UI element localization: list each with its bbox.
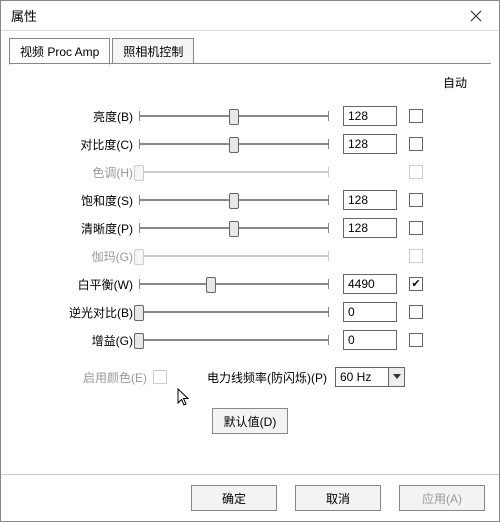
whitebalance-slider[interactable] xyxy=(139,274,329,294)
titlebar: 属性 xyxy=(1,1,499,31)
row-sharpness: 清晰度(P) 128 xyxy=(29,214,471,242)
hue-auto-checkbox xyxy=(409,165,423,179)
gain-label: 增益(G) xyxy=(29,332,139,349)
saturation-label: 饱和度(S) xyxy=(29,192,139,209)
row-whitebalance: 白平衡(W) 4490 ✔ xyxy=(29,270,471,298)
row-brightness: 亮度(B) 128 xyxy=(29,102,471,130)
row-backlight: 逆光对比(B) 0 xyxy=(29,298,471,326)
ok-button[interactable]: 确定 xyxy=(191,485,277,511)
saturation-value[interactable]: 128 xyxy=(343,190,397,210)
properties-window: 属性 视频 Proc Amp 照相机控制 自动 亮度(B) 128 对比度(C) 12… xyxy=(0,0,500,522)
gamma-auto-checkbox xyxy=(409,249,423,263)
sharpness-slider[interactable] xyxy=(139,218,329,238)
apply-button: 应用(A) xyxy=(399,485,485,511)
mouse-cursor-icon xyxy=(177,388,193,408)
contrast-label: 对比度(C) xyxy=(29,136,139,153)
row-hue: 色调(H) xyxy=(29,158,471,186)
backlight-slider[interactable] xyxy=(139,302,329,322)
contrast-value[interactable]: 128 xyxy=(343,134,397,154)
combo-dropdown-button[interactable] xyxy=(388,368,404,386)
gain-slider[interactable] xyxy=(139,330,329,350)
brightness-label: 亮度(B) xyxy=(29,108,139,125)
defaults-row: 默认值(D) xyxy=(29,408,471,434)
hue-label: 色调(H) xyxy=(29,164,139,181)
powerline-label: 电力线频率(防闪烁)(P) xyxy=(207,369,327,386)
sharpness-value[interactable]: 128 xyxy=(343,218,397,238)
gain-slider-thumb[interactable] xyxy=(134,333,144,349)
dialog-buttons: 确定 取消 应用(A) xyxy=(1,474,499,521)
color-enable-label: 启用颜色(E) xyxy=(29,369,153,386)
gamma-slider xyxy=(139,246,329,266)
extra-row: 启用颜色(E) 电力线频率(防闪烁)(P) 60 Hz xyxy=(29,364,471,390)
panel: 自动 亮度(B)128对比度(C)128色调(H)饱和度(S)128清晰度(P)… xyxy=(9,63,491,466)
row-gamma: 伽玛(G) xyxy=(29,242,471,270)
contrast-slider-thumb[interactable] xyxy=(229,137,239,153)
tab-bar: 视频 Proc Amp 照相机控制 xyxy=(1,31,499,64)
brightness-auto-checkbox[interactable] xyxy=(409,109,423,123)
gain-value[interactable]: 0 xyxy=(343,330,397,350)
close-button[interactable] xyxy=(453,1,499,31)
backlight-label: 逆光对比(B) xyxy=(29,304,139,321)
row-contrast: 对比度(C) 128 xyxy=(29,130,471,158)
sharpness-slider-thumb[interactable] xyxy=(229,221,239,237)
saturation-slider-thumb[interactable] xyxy=(229,193,239,209)
backlight-value[interactable]: 0 xyxy=(343,302,397,322)
gamma-slider-thumb xyxy=(134,249,144,265)
brightness-value[interactable]: 128 xyxy=(343,106,397,126)
auto-column-header: 自动 xyxy=(443,74,467,91)
sharpness-label: 清晰度(P) xyxy=(29,220,139,237)
saturation-slider[interactable] xyxy=(139,190,329,210)
window-title: 属性 xyxy=(11,6,37,25)
gain-auto-checkbox[interactable] xyxy=(409,333,423,347)
saturation-auto-checkbox[interactable] xyxy=(409,193,423,207)
brightness-slider-thumb[interactable] xyxy=(229,109,239,125)
tab-camera-control[interactable]: 照相机控制 xyxy=(112,38,194,64)
hue-slider-thumb xyxy=(134,165,144,181)
backlight-slider-thumb[interactable] xyxy=(134,305,144,321)
tab-video-proc-amp[interactable]: 视频 Proc Amp xyxy=(9,38,110,65)
whitebalance-value[interactable]: 4490 xyxy=(343,274,397,294)
row-gain: 增益(G) 0 xyxy=(29,326,471,354)
sharpness-auto-checkbox[interactable] xyxy=(409,221,423,235)
contrast-slider[interactable] xyxy=(139,134,329,154)
whitebalance-label: 白平衡(W) xyxy=(29,276,139,293)
defaults-button[interactable]: 默认值(D) xyxy=(212,408,288,434)
chevron-down-icon xyxy=(393,374,401,380)
whitebalance-auto-checkbox[interactable]: ✔ xyxy=(409,277,423,291)
hue-slider xyxy=(139,162,329,182)
color-enable-checkbox xyxy=(153,370,167,384)
backlight-auto-checkbox[interactable] xyxy=(409,305,423,319)
brightness-slider[interactable] xyxy=(139,106,329,126)
cancel-button[interactable]: 取消 xyxy=(295,485,381,511)
settings-rows: 亮度(B) 128 对比度(C) 128 色调(H) 饱和度(S) 128 清晰度(P) 128… xyxy=(29,102,471,354)
powerline-combo[interactable]: 60 Hz xyxy=(335,367,405,387)
gamma-label: 伽玛(G) xyxy=(29,248,139,265)
close-icon xyxy=(470,10,482,22)
row-saturation: 饱和度(S) 128 xyxy=(29,186,471,214)
whitebalance-slider-thumb[interactable] xyxy=(206,277,216,293)
powerline-value: 60 Hz xyxy=(336,370,388,384)
contrast-auto-checkbox[interactable] xyxy=(409,137,423,151)
